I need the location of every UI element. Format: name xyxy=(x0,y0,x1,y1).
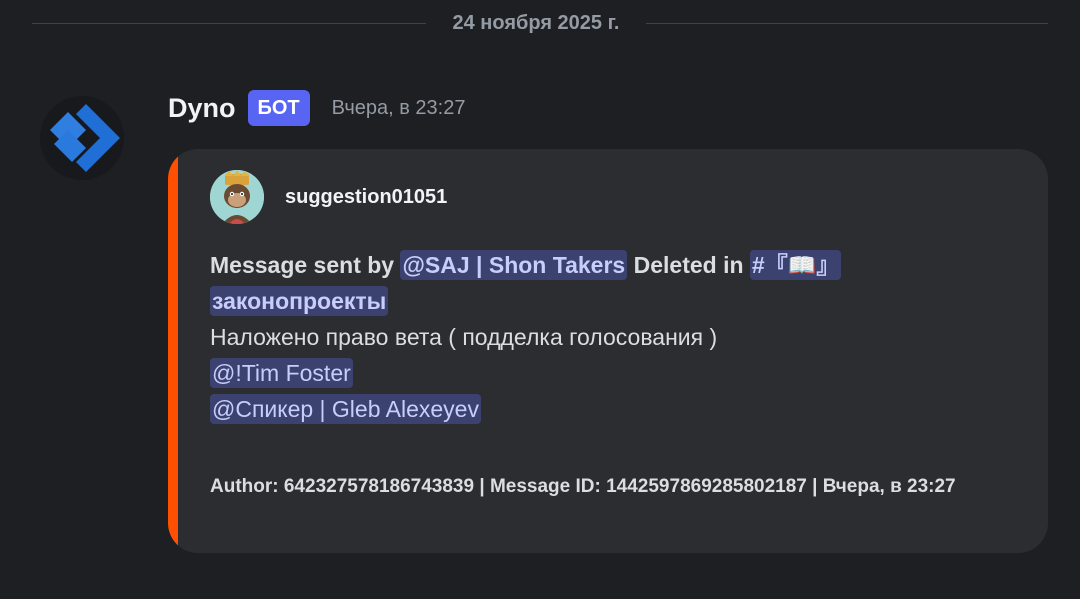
user-mention[interactable]: @SAJ | Shon Takers xyxy=(400,250,628,280)
chat-view: 24 ноября 2025 г. Dyno БОТ Вчера, в 23:2… xyxy=(0,0,1080,599)
description-line-2: законопроекты xyxy=(210,283,1030,319)
bot-badge: БОТ xyxy=(247,90,310,126)
embed-footer: Author: 642327578186743839 | Message ID:… xyxy=(210,476,956,497)
channel-mention-name[interactable]: законопроекты xyxy=(210,286,389,316)
ape-avatar-icon xyxy=(210,170,264,224)
description-line-1: Message sent by @SAJ | Shon Takers Delet… xyxy=(210,247,1030,283)
date-divider-label: 24 ноября 2025 г. xyxy=(452,12,620,34)
description-body: Наложено право вета ( подделка голосован… xyxy=(210,324,718,350)
message-sent-by-label: Message sent by xyxy=(210,252,395,278)
message-embed: suggestion01051 Message sent by @SAJ | S… xyxy=(168,149,1048,553)
channel-mention-hash[interactable]: #『📖』 xyxy=(749,250,842,280)
dyno-logo-icon xyxy=(40,96,124,180)
description-line-5: @Спикер | Gleb Alexeyev xyxy=(210,391,1030,427)
deleted-in-label: Deleted in xyxy=(633,252,744,278)
embed-author-name[interactable]: suggestion01051 xyxy=(285,186,447,209)
message-timestamp[interactable]: Вчера, в 23:27 xyxy=(332,88,466,128)
embed-author-avatar[interactable] xyxy=(210,170,264,224)
message-header: Dyno БОТ Вчера, в 23:27 xyxy=(168,88,465,128)
divider-line-left xyxy=(32,23,426,24)
divider-line-right xyxy=(646,23,1048,24)
bot-avatar[interactable] xyxy=(40,96,124,180)
embed-author: suggestion01051 xyxy=(210,170,447,224)
date-divider: 24 ноября 2025 г. xyxy=(32,12,1048,34)
mention-speaker[interactable]: @Спикер | Gleb Alexeyev xyxy=(210,394,481,424)
embed-description: Message sent by @SAJ | Shon Takers Delet… xyxy=(210,247,1030,427)
author-username[interactable]: Dyno xyxy=(168,88,236,128)
embed-accent-bar xyxy=(168,149,178,553)
mention-tim-foster[interactable]: @!Tim Foster xyxy=(210,358,353,388)
description-line-4: @!Tim Foster xyxy=(210,355,1030,391)
